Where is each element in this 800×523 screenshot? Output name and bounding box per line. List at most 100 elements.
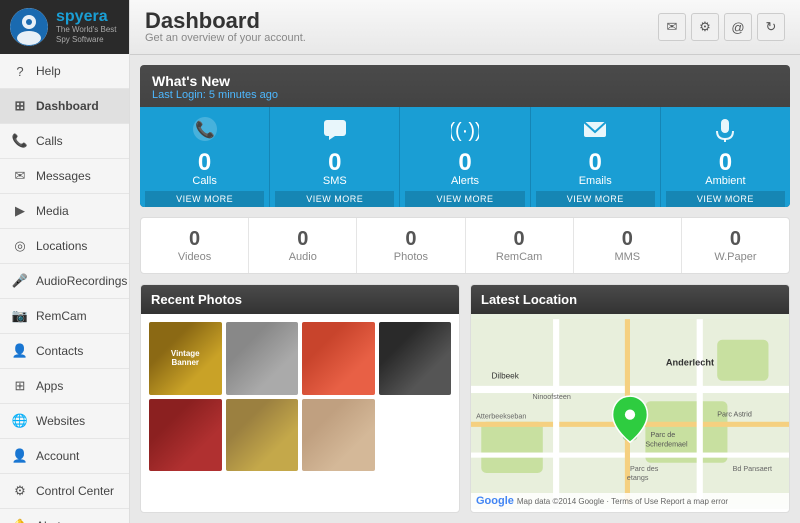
- main-content: Dashboard Get an overview of your accoun…: [130, 0, 800, 523]
- wifi-icon: ((·)): [451, 115, 479, 149]
- sidebar-label-remcam: RemCam: [36, 309, 87, 323]
- map-area[interactable]: Anderlecht Dilbeek Ninoofsteen Atterbeek…: [471, 314, 789, 509]
- stat-sms[interactable]: 0 SMS VIEW MORE: [270, 107, 400, 207]
- remcam-icon: 📷: [12, 308, 28, 324]
- email-icon: [581, 115, 609, 149]
- websites-icon: 🌐: [12, 413, 28, 429]
- remcam-label: RemCam: [496, 251, 542, 263]
- settings-button[interactable]: ⚙: [691, 13, 719, 41]
- latest-location-title: Latest Location: [471, 285, 789, 314]
- sidebar-item-controlcenter[interactable]: ⚙ Control Center: [0, 474, 129, 509]
- svg-text:etangs: etangs: [627, 474, 649, 482]
- page-header: Dashboard Get an overview of your accoun…: [130, 0, 800, 55]
- refresh-button[interactable]: ↻: [757, 13, 785, 41]
- sidebar-item-apps[interactable]: ⊞ Apps: [0, 369, 129, 404]
- stat-videos[interactable]: 0 Videos: [141, 218, 249, 273]
- remcam-count: 0: [514, 228, 525, 251]
- sidebar-item-messages[interactable]: ✉ Messages: [0, 159, 129, 194]
- svg-text:((·)): ((·)): [451, 120, 479, 142]
- sidebar-item-audiorecordings[interactable]: 🎤 AudioRecordings: [0, 264, 129, 299]
- latest-location-panel: Latest Location: [470, 284, 790, 513]
- logo-tagline: The World's Best Spy Software: [56, 25, 119, 44]
- help-icon: ?: [12, 63, 28, 79]
- sidebar-item-alerts[interactable]: 🔔 Alerts: [0, 509, 129, 523]
- mic-icon: [711, 115, 739, 149]
- calls-label: Calls: [192, 175, 216, 187]
- sidebar-item-locations[interactable]: ◎ Locations: [0, 229, 129, 264]
- sidebar-label-locations: Locations: [36, 239, 87, 253]
- photos-grid: VintageBanner: [141, 314, 459, 479]
- sidebar-item-account[interactable]: 👤 Account: [0, 439, 129, 474]
- sms-viewmore[interactable]: VIEW MORE: [275, 191, 394, 207]
- stat-wpaper[interactable]: 0 W.Paper: [682, 218, 789, 273]
- ambient-label: Ambient: [705, 175, 745, 187]
- whats-new-section: What's New Last Login: 5 minutes ago 📞 0…: [140, 65, 790, 207]
- user-button[interactable]: @: [724, 13, 752, 41]
- page-subtitle: Get an overview of your account.: [145, 32, 306, 44]
- svg-text:Anderlecht: Anderlecht: [666, 357, 714, 367]
- recent-photos-title: Recent Photos: [141, 285, 459, 314]
- photo-3[interactable]: [302, 322, 375, 395]
- stat-emails[interactable]: 0 Emails VIEW MORE: [531, 107, 661, 207]
- sidebar-item-remcam[interactable]: 📷 RemCam: [0, 299, 129, 334]
- photos-label: Photos: [394, 251, 428, 263]
- sidebar-label-contacts: Contacts: [36, 344, 83, 358]
- calls-viewmore[interactable]: VIEW MORE: [145, 191, 264, 207]
- sidebar-item-dashboard[interactable]: ⊞ Dashboard: [0, 89, 129, 124]
- last-login: Last Login: 5 minutes ago: [152, 89, 778, 101]
- stat-ambient[interactable]: 0 Ambient VIEW MORE: [661, 107, 790, 207]
- sidebar: spyera The World's Best Spy Software ? H…: [0, 0, 130, 523]
- ambient-viewmore[interactable]: VIEW MORE: [666, 191, 785, 207]
- sidebar-label-apps: Apps: [36, 379, 63, 393]
- ambient-count: 0: [719, 151, 732, 175]
- svg-text:Parc des: Parc des: [630, 465, 659, 473]
- map-footer-text: Map data ©2014 Google · Terms of Use Rep…: [517, 497, 728, 506]
- emails-viewmore[interactable]: VIEW MORE: [536, 191, 655, 207]
- photo-5[interactable]: [149, 399, 222, 472]
- sidebar-item-media[interactable]: ▶ Media: [0, 194, 129, 229]
- photo-4[interactable]: [379, 322, 452, 395]
- logo-brand: spyera: [56, 9, 119, 25]
- alerts-label: Alerts: [451, 175, 479, 187]
- stat-remcam[interactable]: 0 RemCam: [466, 218, 574, 273]
- emails-label: Emails: [579, 175, 612, 187]
- wpaper-count: 0: [730, 228, 741, 251]
- stat-calls[interactable]: 📞 0 Calls VIEW MORE: [140, 107, 270, 207]
- email-button[interactable]: ✉: [658, 13, 686, 41]
- stat-photos[interactable]: 0 Photos: [357, 218, 465, 273]
- map-footer: Google Map data ©2014 Google · Terms of …: [471, 493, 789, 509]
- photo-6[interactable]: [226, 399, 299, 472]
- photo-7[interactable]: [302, 399, 375, 472]
- sidebar-item-help[interactable]: ? Help: [0, 54, 129, 89]
- svg-text:Parc de: Parc de: [651, 431, 676, 439]
- svg-text:Ninoofsteen: Ninoofsteen: [533, 393, 571, 401]
- emails-count: 0: [589, 151, 602, 175]
- logo-icon: [10, 8, 48, 46]
- sidebar-label-help: Help: [36, 64, 61, 78]
- alerts-viewmore[interactable]: VIEW MORE: [405, 191, 524, 207]
- phone-icon: 📞: [191, 115, 219, 149]
- photo-2[interactable]: [226, 322, 299, 395]
- sidebar-item-contacts[interactable]: 👤 Contacts: [0, 334, 129, 369]
- alerts-icon: 🔔: [12, 518, 28, 523]
- mms-count: 0: [622, 228, 633, 251]
- stats-row: 📞 0 Calls VIEW MORE 0: [140, 107, 790, 207]
- sidebar-label-account: Account: [36, 449, 79, 463]
- recent-photos-panel: Recent Photos VintageBanner: [140, 284, 460, 513]
- svg-text:Dilbeek: Dilbeek: [492, 372, 520, 381]
- sms-count: 0: [328, 151, 341, 175]
- photo-1[interactable]: VintageBanner: [149, 322, 222, 395]
- sidebar-item-calls[interactable]: 📞 Calls: [0, 124, 129, 159]
- videos-label: Videos: [178, 251, 211, 263]
- stat-mms[interactable]: 0 MMS: [574, 218, 682, 273]
- contacts-icon: 👤: [12, 343, 28, 359]
- sidebar-item-websites[interactable]: 🌐 Websites: [0, 404, 129, 439]
- sidebar-label-messages: Messages: [36, 169, 91, 183]
- svg-text:Bd Pansaert: Bd Pansaert: [733, 465, 772, 473]
- stat-alerts[interactable]: ((·)) 0 Alerts VIEW MORE: [400, 107, 530, 207]
- svg-text:Parc Astrid: Parc Astrid: [717, 411, 752, 419]
- calls-icon: 📞: [12, 133, 28, 149]
- whats-new-title: What's New: [152, 73, 778, 89]
- stat-audio[interactable]: 0 Audio: [249, 218, 357, 273]
- google-logo: Google: [476, 495, 514, 507]
